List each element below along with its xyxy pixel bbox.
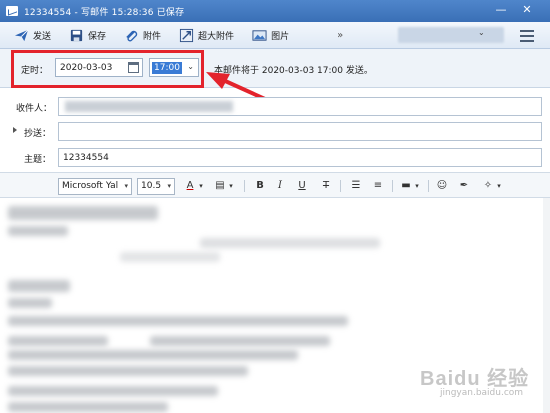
font-family-select[interactable]: Microsoft Yal ▾ <box>58 178 132 195</box>
body-scrollbar[interactable] <box>543 198 550 413</box>
font-dropdown-icon: ▾ <box>124 182 128 190</box>
cc-input[interactable] <box>58 122 542 141</box>
blurred-text-line <box>8 316 348 326</box>
format-toolbar: Microsoft Yal ▾ 10.5 ▾ A ▾ ▤ ▾ B I U T ☰… <box>0 172 550 198</box>
signature-icon[interactable]: ✒ <box>456 179 472 193</box>
font-size-select[interactable]: 10.5 ▾ <box>137 178 175 195</box>
to-input[interactable] <box>58 97 542 116</box>
align-dropdown-icon[interactable]: ▾ <box>412 179 422 193</box>
minimize-button[interactable]: — <box>492 2 510 18</box>
underline-icon[interactable]: U <box>294 179 310 193</box>
blurred-text-line <box>8 298 52 308</box>
menu-icon[interactable] <box>520 27 534 43</box>
close-button[interactable]: ✕ <box>518 2 536 18</box>
blurred-text-line <box>120 252 220 262</box>
expand-cc-icon[interactable] <box>13 127 17 133</box>
blurred-text-line <box>8 402 168 412</box>
schedule-info-text: 本邮件将于 2020-03-03 17:00 发送。 <box>214 66 373 76</box>
recipient-chip <box>65 101 233 112</box>
highlight-annotation-box <box>11 50 204 88</box>
window-title: 12334554 - 写邮件 15:28:36 已保存 <box>24 7 185 18</box>
image-label: 图片 <box>271 31 290 42</box>
bullet-list-icon[interactable]: ☰ <box>348 179 364 193</box>
magic-dropdown-icon[interactable]: ▾ <box>494 179 504 193</box>
highlight-dropdown-icon[interactable]: ▾ <box>226 179 236 193</box>
blurred-text-line <box>8 206 158 220</box>
to-row: 收件人： <box>0 95 550 118</box>
separator <box>428 180 429 192</box>
blurred-text-line <box>8 366 248 376</box>
separator <box>244 180 245 192</box>
baidu-watermark-url: jingyan.baidu.com <box>440 388 524 398</box>
blurred-text-line <box>8 226 68 236</box>
italic-icon[interactable]: I <box>272 179 288 193</box>
paperclip-icon <box>126 30 138 41</box>
title-bar: 12334554 - 写邮件 15:28:36 已保存 — ✕ <box>0 0 550 22</box>
subject-label: 主题： <box>24 155 52 165</box>
image-icon <box>252 29 267 41</box>
cc-label: 抄送： <box>24 129 52 139</box>
blurred-text-line <box>8 280 70 292</box>
large-attach-icon <box>179 28 194 42</box>
save-icon <box>70 29 83 41</box>
font-color-dropdown-icon[interactable]: ▾ <box>196 179 206 193</box>
separator <box>340 180 341 192</box>
subject-row: 主题： 12334554 <box>0 146 550 169</box>
size-dropdown-icon: ▾ <box>167 182 171 190</box>
large-attach-label: 超大附件 <box>198 31 235 42</box>
send-button[interactable]: 发送 <box>10 25 55 45</box>
blurred-text-line <box>200 238 380 248</box>
image-button[interactable]: 图片 <box>248 25 293 45</box>
blurred-text-line <box>8 386 218 396</box>
sender-account-select[interactable] <box>398 27 504 43</box>
numbered-list-icon[interactable]: ≡ <box>370 179 386 193</box>
mail-app-icon <box>6 6 18 16</box>
blurred-text-line <box>8 350 298 360</box>
large-attach-button[interactable]: 超大附件 <box>175 25 238 45</box>
subject-input[interactable]: 12334554 <box>58 148 542 167</box>
emoji-icon[interactable]: ☺ <box>434 179 450 193</box>
toolbar: 发送 保存 附件 超大附件 图片 » ⌄ <box>0 22 550 49</box>
blurred-text-line <box>150 336 330 346</box>
separator <box>392 180 393 192</box>
attach-label: 附件 <box>143 31 162 42</box>
save-label: 保存 <box>88 31 107 42</box>
save-button[interactable]: 保存 <box>65 25 110 45</box>
more-toolbar-button[interactable]: » <box>337 30 343 41</box>
send-icon <box>14 29 29 41</box>
send-label: 发送 <box>33 31 52 42</box>
bold-icon[interactable]: B <box>252 179 268 193</box>
subject-value: 12334554 <box>63 152 109 163</box>
blurred-text-line <box>8 336 108 346</box>
account-dropdown-icon[interactable]: ⌄ <box>478 28 485 37</box>
baidu-watermark: Baidu 经验 <box>420 368 530 390</box>
attach-button[interactable]: 附件 <box>120 25 165 45</box>
cc-row: 抄送： <box>0 120 550 143</box>
font-family-value: Microsoft Yal <box>62 181 119 191</box>
font-size-value: 10.5 <box>141 181 162 191</box>
strikethrough-icon[interactable]: T <box>318 179 334 193</box>
to-label: 收件人： <box>16 104 53 114</box>
